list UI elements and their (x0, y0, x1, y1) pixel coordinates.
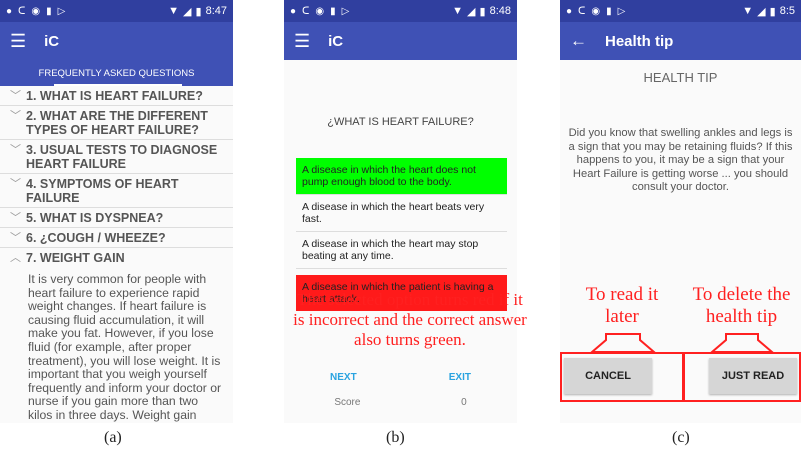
question-title: ¿WHAT IS HEART FAILURE? (327, 116, 474, 128)
faq-item[interactable]: ﹀ 1. WHAT IS HEART FAILURE? (0, 86, 233, 106)
wifi-icon: ▼ (742, 5, 754, 17)
sd-icon: ▮ (330, 5, 336, 17)
record-icon: ◉ (315, 5, 325, 17)
chevron-down-icon: ﹀ (10, 110, 21, 122)
notification-icon: ● (6, 5, 13, 17)
highlight-just-read (683, 352, 801, 402)
play-icon: ▷ (341, 5, 350, 17)
status-bar: ● ᑕ ◉ ▮ ▷ ▼ ◢ ▮ 8:47 (0, 0, 233, 22)
chevron-down-icon: ﹀ (10, 212, 21, 224)
app-bar: ← Health tip (560, 22, 801, 60)
chevron-down-icon: ﹀ (10, 144, 21, 156)
record-icon: ◉ (31, 5, 41, 17)
faq-item[interactable]: ﹀ 3. USUAL TESTS TO DIAGNOSE HEART FAILUR… (0, 140, 233, 174)
app-title: iC (328, 32, 344, 50)
annotation-delete-tip: To delete the health tip (692, 284, 791, 327)
sd-icon: ▮ (46, 5, 52, 17)
status-time: 8:47 (205, 5, 227, 17)
battery-icon: ▮ (769, 5, 776, 18)
play-icon: ▷ (57, 5, 66, 17)
chevron-down-icon: ﹀ (10, 90, 21, 102)
next-button[interactable]: NEXT (330, 372, 357, 383)
app-bar: ☰ iC (284, 22, 517, 60)
health-tip-heading: HEALTH TIP (643, 70, 718, 85)
notification-icon: ● (566, 5, 573, 17)
tab-indicator (54, 84, 182, 86)
menu-icon[interactable]: ☰ (294, 31, 310, 52)
chevron-up-icon: ︿ (10, 252, 21, 264)
score-value: 0 (461, 397, 467, 408)
menu-icon[interactable]: ☰ (10, 31, 26, 52)
faq-item-label: 2. WHAT ARE THE DIFFERENT TYPES OF HEART… (26, 109, 208, 137)
faq-item-label: 5. WHAT IS DYSPNEA? (26, 211, 164, 225)
faq-item[interactable]: ﹀ 6. ¿COUGH / WHEEZE? (0, 228, 233, 248)
back-arrow-icon[interactable]: ← (570, 31, 587, 51)
status-time: 8:5 (779, 5, 795, 17)
app-title: Health tip (605, 32, 674, 50)
sd-icon: ▮ (606, 5, 612, 17)
sync-icon: ᑕ (302, 5, 310, 17)
wifi-icon: ▼ (168, 5, 180, 17)
score-row: Score 0 (284, 397, 517, 408)
signal-icon: ◢ (467, 5, 476, 18)
caption-a: (a) (104, 429, 122, 446)
faq-list: ﹀ 1. WHAT IS HEART FAILURE? ﹀ 2. WHAT ARE … (0, 86, 233, 423)
faq-item-label: 4. SYMPTOMS OF HEART FAILURE (26, 177, 179, 205)
highlight-cancel (560, 352, 684, 402)
faq-item-label: 3. USUAL TESTS TO DIAGNOSE HEART FAILURE (26, 143, 218, 171)
faq-screen: ● ᑕ ◉ ▮ ▷ ▼ ◢ ▮ 8:47 ☰ iC FREQUENTLY ASKED QUES… (0, 0, 233, 423)
chevron-down-icon: ﹀ (10, 178, 21, 190)
faq-item[interactable]: ﹀ 4. SYMPTOMS OF HEART FAILURE (0, 174, 233, 208)
quiz-screen: ● ᑕ ◉ ▮ ▷ ▼ ◢ ▮ 8:48 ☰ iC ¿WHAT IS HEART FAILUR… (284, 0, 517, 423)
record-icon: ◉ (591, 5, 601, 17)
exit-button[interactable]: EXIT (449, 372, 471, 383)
tab-faq-label: FREQUENTLY ASKED QUESTIONS (38, 67, 195, 79)
faq-item[interactable]: ﹀ 2. WHAT ARE THE DIFFERENT TYPES OF HEAR… (0, 106, 233, 140)
caption-c: (c) (672, 429, 690, 446)
sync-icon: ᑕ (578, 5, 586, 17)
status-bar: ● ᑕ ◉ ▮ ▷ ▼ ◢ ▮ 8:48 (284, 0, 517, 22)
annotation-read-later: To read it later (585, 284, 659, 327)
faq-item-label: 1. WHAT IS HEART FAILURE? (26, 89, 203, 103)
answer-list: A disease in which the heart does not pu… (296, 158, 507, 311)
signal-icon: ◢ (757, 5, 766, 18)
tab-faq[interactable]: FREQUENTLY ASKED QUESTIONS (0, 60, 233, 86)
faq-item-label: 6. ¿COUGH / WHEEZE? (26, 231, 166, 245)
notification-icon: ● (290, 5, 297, 17)
faq-item-label: 7. WEIGHT GAIN (26, 251, 125, 265)
faq-item[interactable]: ﹀ 5. WHAT IS DYSPNEA? (0, 208, 233, 228)
faq-answer-text: It is very common for people with heart … (28, 272, 222, 422)
battery-icon: ▮ (195, 5, 202, 18)
wifi-icon: ▼ (452, 5, 464, 17)
score-label: Score (334, 397, 361, 408)
app-title: iC (44, 32, 60, 50)
caption-b: (b) (386, 429, 405, 446)
play-icon: ▷ (617, 5, 626, 17)
app-bar: ☰ iC (0, 22, 233, 60)
status-time: 8:48 (489, 5, 511, 17)
chevron-down-icon: ﹀ (10, 232, 21, 244)
answer-option[interactable]: A disease in which the heart may stop be… (296, 232, 507, 269)
sync-icon: ᑕ (18, 5, 26, 17)
answer-option[interactable]: A disease in which the heart beats very … (296, 195, 507, 232)
quiz-actions: NEXT EXIT (284, 372, 517, 383)
signal-icon: ◢ (183, 5, 192, 18)
health-tip-text: Did you know that swelling ankles and le… (568, 127, 793, 193)
answer-option-correct[interactable]: A disease in which the heart does not pu… (296, 158, 507, 195)
annotation-quiz: The selected option turns red if it is i… (293, 290, 527, 349)
faq-item-expanded[interactable]: ︿ 7. WEIGHT GAIN (0, 248, 233, 267)
battery-icon: ▮ (479, 5, 486, 18)
status-bar: ● ᑕ ◉ ▮ ▷ ▼ ◢ ▮ 8:5 (560, 0, 801, 22)
